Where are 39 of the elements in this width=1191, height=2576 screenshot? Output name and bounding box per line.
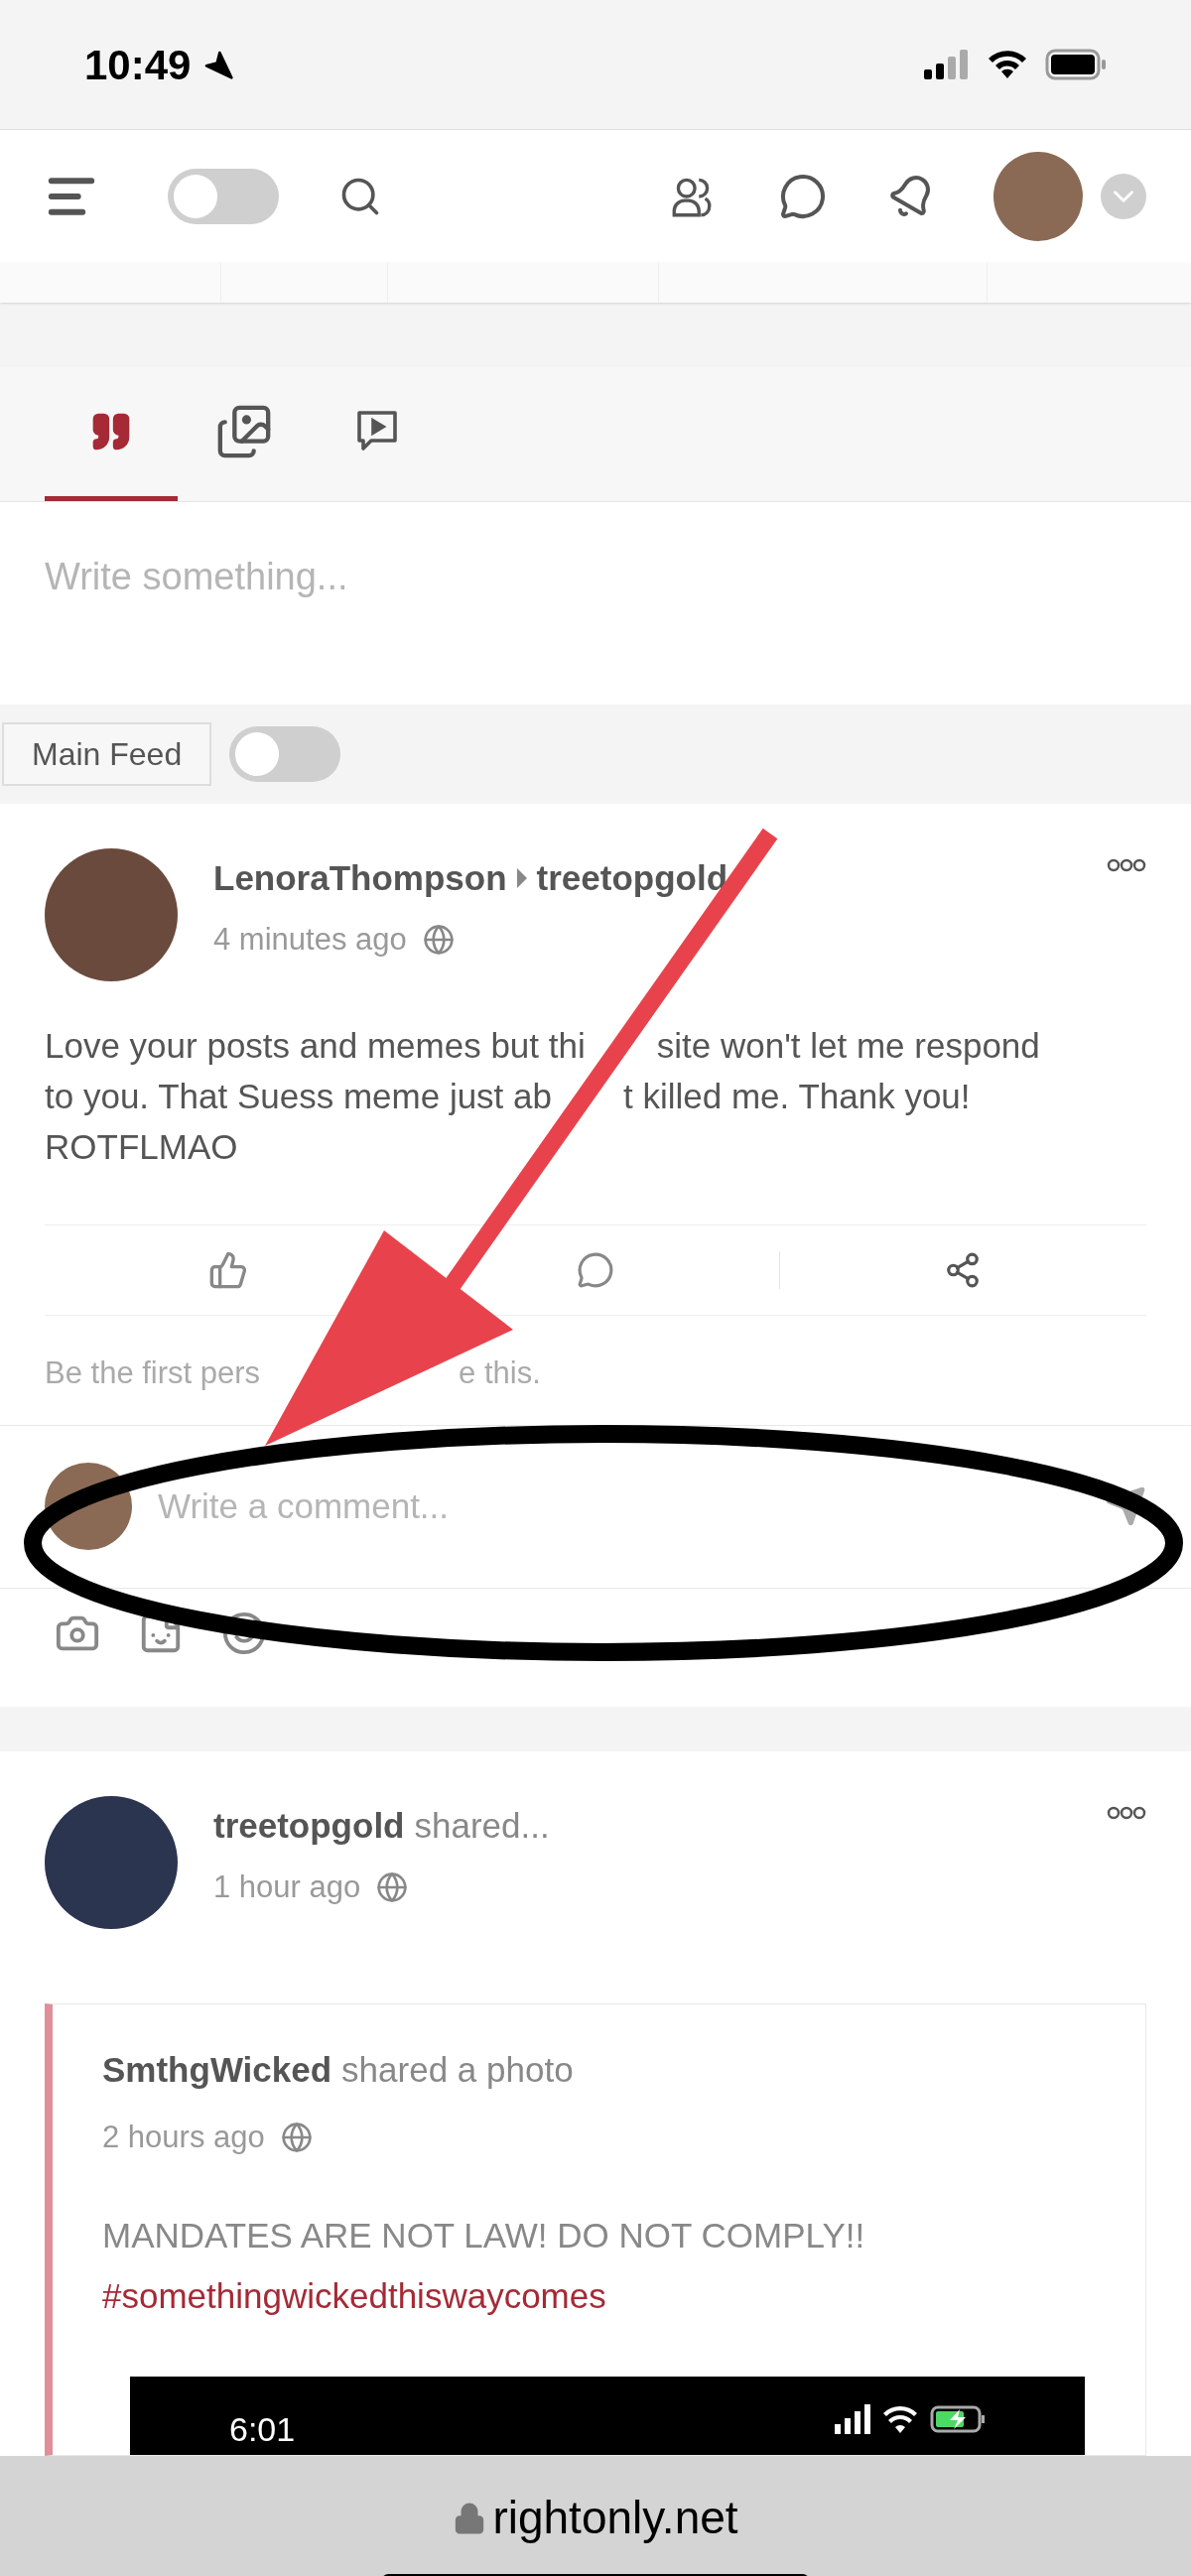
- messages-icon[interactable]: [779, 173, 827, 220]
- more-options-icon[interactable]: [1107, 1806, 1146, 1820]
- globe-icon: [376, 1870, 409, 1903]
- hashtag-link[interactable]: #somethingwickedthiswaycomes: [102, 2269, 1145, 2322]
- more-options-icon[interactable]: [1107, 858, 1146, 872]
- author-name[interactable]: LenoraThompson: [213, 852, 507, 905]
- wifi-icon: [882, 2404, 918, 2434]
- globe-icon: [422, 923, 455, 956]
- feed-toggle[interactable]: [229, 726, 341, 782]
- post-text: ROTFLMAO: [45, 1126, 238, 1169]
- likes-text: Be the first pers: [45, 1354, 261, 1392]
- location-arrow-icon: [202, 49, 235, 80]
- emoji-icon[interactable]: [221, 1610, 267, 1656]
- likes-text: e this.: [459, 1354, 541, 1392]
- share-action-text: shared a photo: [341, 2049, 574, 2091]
- post-text: t killed me. Thank you!: [623, 1076, 971, 1118]
- target-name[interactable]: treetopgold: [536, 852, 728, 905]
- signal-icon: [835, 2404, 870, 2434]
- post-text: Love your posts and memes but thi: [45, 1025, 586, 1068]
- caret-icon: [514, 866, 529, 891]
- post-text: to you. That Suess meme just ab: [45, 1076, 552, 1118]
- author-name[interactable]: treetopgold: [213, 1800, 405, 1853]
- url-text[interactable]: rightonly.net: [492, 2484, 738, 2552]
- battery-charging-icon: [930, 2405, 986, 2433]
- author-name[interactable]: SmthgWicked: [102, 2044, 332, 2097]
- comment-icon[interactable]: [577, 1251, 614, 1289]
- post-text: site won't let me respond: [656, 1025, 1040, 1068]
- screenshot-time: 6:01: [229, 2409, 296, 2450]
- globe-icon: [280, 2121, 313, 2153]
- like-icon[interactable]: [207, 1250, 248, 1290]
- post-text: MANDATES ARE NOT LAW! DO NOT COMPLY!!: [102, 2215, 866, 2256]
- main-feed-button[interactable]: Main Feed: [2, 722, 212, 786]
- comment-input-field[interactable]: Write a comment...: [158, 1480, 1105, 1533]
- battery-icon: [1045, 49, 1107, 80]
- signal-icon: [924, 50, 970, 79]
- theme-toggle[interactable]: [168, 169, 279, 224]
- post-input-field[interactable]: Write something...: [0, 502, 1191, 705]
- status-time: 10:49: [84, 40, 192, 90]
- share-action-text: shared...: [414, 1805, 550, 1847]
